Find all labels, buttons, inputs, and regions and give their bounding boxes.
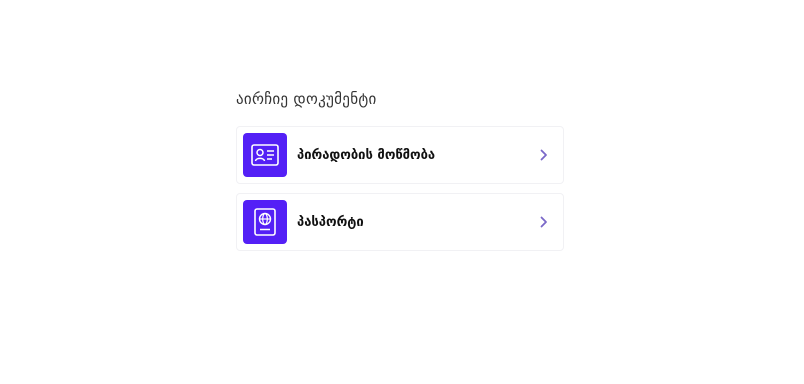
page-title: აირჩიე დოკუმენტი [236,90,377,108]
document-picker: აირჩიე დოკუმენტი პირადობის მოწმობა პასპო… [236,88,564,260]
chevron-right-icon [537,215,551,229]
document-option-label: პასპორტი [297,214,364,230]
document-option-label: პირადობის მოწმობა [297,147,436,163]
passport-icon [243,200,287,244]
document-option-id-card[interactable]: პირადობის მოწმობა [236,126,564,184]
chevron-right-icon [537,148,551,162]
id-card-icon [243,133,287,177]
document-option-passport[interactable]: პასპორტი [236,193,564,251]
